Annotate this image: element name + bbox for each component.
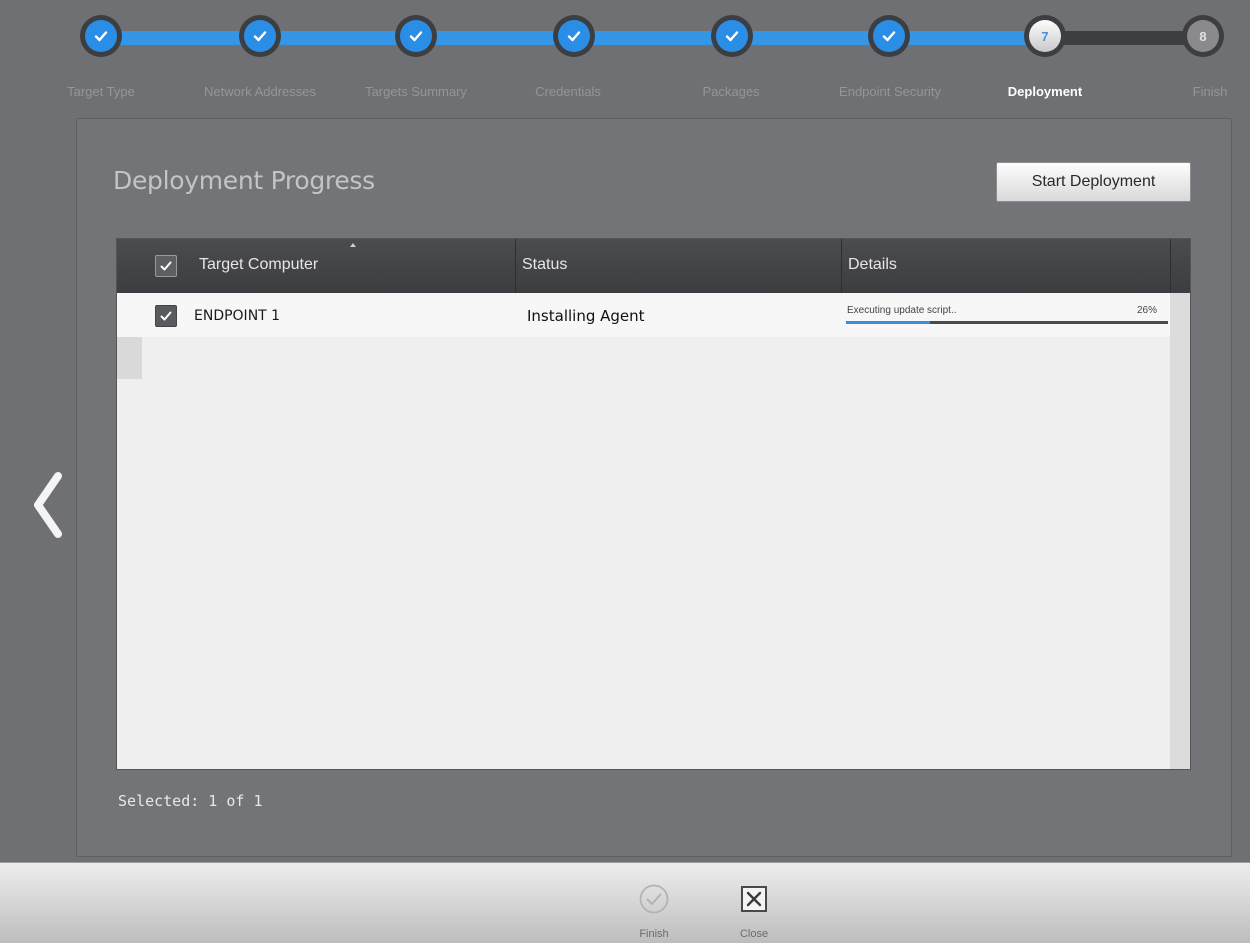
vertical-scrollbar[interactable] — [1170, 293, 1190, 769]
row-checkbox[interactable] — [155, 305, 177, 327]
sort-ascending-icon — [350, 243, 356, 247]
check-icon — [558, 20, 590, 52]
check-icon — [716, 20, 748, 52]
targets-grid: Target Computer Status Details ENDPOINT … — [116, 238, 1191, 770]
step-1-node[interactable] — [80, 15, 122, 57]
column-header-status[interactable]: Status — [522, 256, 567, 274]
step-7-node[interactable]: 7 — [1024, 15, 1066, 57]
close-label: Close — [739, 928, 769, 940]
step-label-credentials[interactable]: Credentials — [535, 84, 601, 99]
column-header-details[interactable]: Details — [848, 256, 897, 274]
detail-text: Executing update script.. — [847, 305, 957, 316]
step-label-deployment[interactable]: Deployment — [1008, 84, 1082, 99]
bottom-toolbar: Finish Close — [0, 862, 1250, 943]
step-6-node[interactable] — [868, 15, 910, 57]
start-deployment-button[interactable]: Start Deployment — [996, 162, 1191, 202]
finish-label: Finish — [639, 928, 669, 940]
selection-count: Selected: 1 of 1 — [118, 792, 263, 810]
finish-button[interactable]: Finish — [624, 863, 684, 943]
close-button[interactable]: Close — [724, 863, 784, 943]
step-4-node[interactable] — [553, 15, 595, 57]
row-gutter — [117, 337, 142, 379]
close-box-icon — [738, 883, 770, 915]
table-row[interactable]: ENDPOINT 1 Installing Agent Executing up… — [117, 293, 1170, 337]
target-computer-name: ENDPOINT 1 — [194, 308, 281, 324]
check-icon — [160, 311, 172, 321]
back-arrow-icon[interactable] — [28, 470, 68, 540]
column-divider[interactable] — [515, 239, 516, 293]
check-icon — [400, 20, 432, 52]
select-all-checkbox[interactable] — [155, 255, 177, 277]
column-divider[interactable] — [841, 239, 842, 293]
step-label-packages[interactable]: Packages — [702, 84, 759, 99]
step-8-number: 8 — [1187, 20, 1219, 52]
step-label-finish[interactable]: Finish — [1193, 84, 1228, 99]
step-3-node[interactable] — [395, 15, 437, 57]
check-icon — [160, 261, 172, 271]
column-header-target-computer[interactable]: Target Computer — [199, 256, 318, 274]
status-text: Installing Agent — [527, 307, 645, 325]
column-divider — [1170, 239, 1171, 293]
step-8-node[interactable]: 8 — [1182, 15, 1224, 57]
page-title: Deployment Progress — [113, 166, 375, 195]
progress-bar — [846, 321, 1168, 324]
step-label-network-addresses[interactable]: Network Addresses — [204, 84, 316, 99]
check-icon — [244, 20, 276, 52]
check-icon — [873, 20, 905, 52]
wizard-stepper: 7 8 Target Type Network Addresses Target… — [0, 0, 1250, 110]
step-label-target-type[interactable]: Target Type — [67, 84, 135, 99]
step-label-endpoint-security[interactable]: Endpoint Security — [839, 84, 941, 99]
check-circle-icon — [638, 883, 670, 915]
progress-percent: 26% — [1136, 305, 1157, 316]
progress-bar-fill — [846, 321, 930, 324]
step-2-node[interactable] — [239, 15, 281, 57]
grid-header: Target Computer Status Details — [117, 239, 1190, 293]
step-7-number: 7 — [1029, 20, 1061, 52]
step-5-node[interactable] — [711, 15, 753, 57]
check-icon — [85, 20, 117, 52]
step-label-targets-summary[interactable]: Targets Summary — [365, 84, 467, 99]
